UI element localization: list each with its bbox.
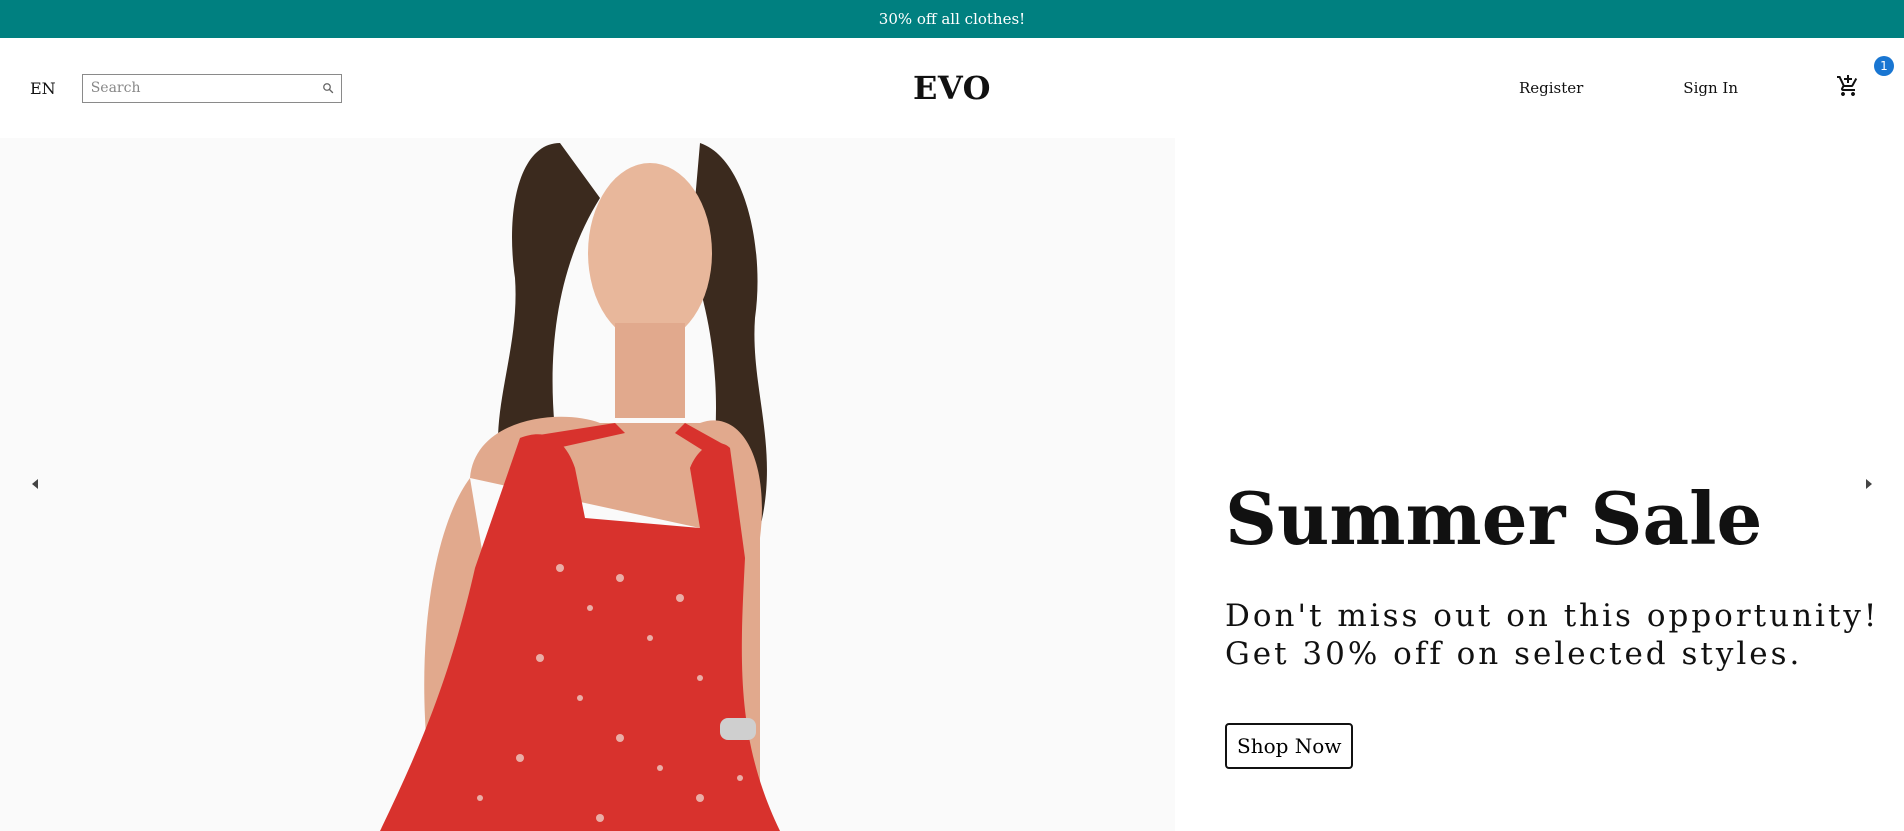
nav-left: EN	[30, 73, 642, 103]
logo[interactable]: EVO	[913, 69, 991, 107]
cart-count-badge: 1	[1874, 56, 1894, 76]
arrow-right-icon	[1864, 475, 1874, 494]
slide-description-line-2: Get 30% off on selected styles.	[1225, 636, 1803, 672]
search-icon[interactable]	[321, 81, 335, 95]
arrow-left-icon	[30, 475, 40, 494]
search-container	[81, 73, 342, 103]
announcement-bar: 30% off all clothes!	[0, 0, 1904, 38]
cart-button[interactable]: 1	[1836, 56, 1894, 102]
slider-prev-button[interactable]	[10, 459, 60, 510]
shop-now-button[interactable]: Shop Now	[1225, 723, 1354, 769]
slide-description-line-1: Don't miss out on this opportunity!	[1225, 598, 1880, 634]
sign-in-link[interactable]: Sign In	[1683, 79, 1738, 97]
model-illustration	[0, 138, 1175, 831]
search-input[interactable]	[90, 80, 321, 96]
shopping-cart-icon	[1836, 74, 1860, 102]
announcement-text: 30% off all clothes!	[878, 10, 1026, 28]
nav-right: Register Sign In 1	[1272, 56, 1894, 102]
slide-title: Summer Sale	[1225, 476, 1763, 561]
slider-next-button[interactable]	[1844, 460, 1894, 510]
slide-image	[0, 138, 1175, 831]
language-selector[interactable]: EN	[30, 79, 56, 98]
slide-description: Don't miss out on this opportunity! Get …	[1225, 597, 1904, 673]
slide-info: Summer Sale Don't miss out on this oppor…	[1175, 138, 1904, 831]
nav-center: EVO	[913, 69, 991, 107]
navbar: EN EVO Register Sign In 1	[0, 38, 1904, 138]
register-link[interactable]: Register	[1519, 79, 1583, 97]
hero-slider: Summer Sale Don't miss out on this oppor…	[0, 138, 1904, 831]
